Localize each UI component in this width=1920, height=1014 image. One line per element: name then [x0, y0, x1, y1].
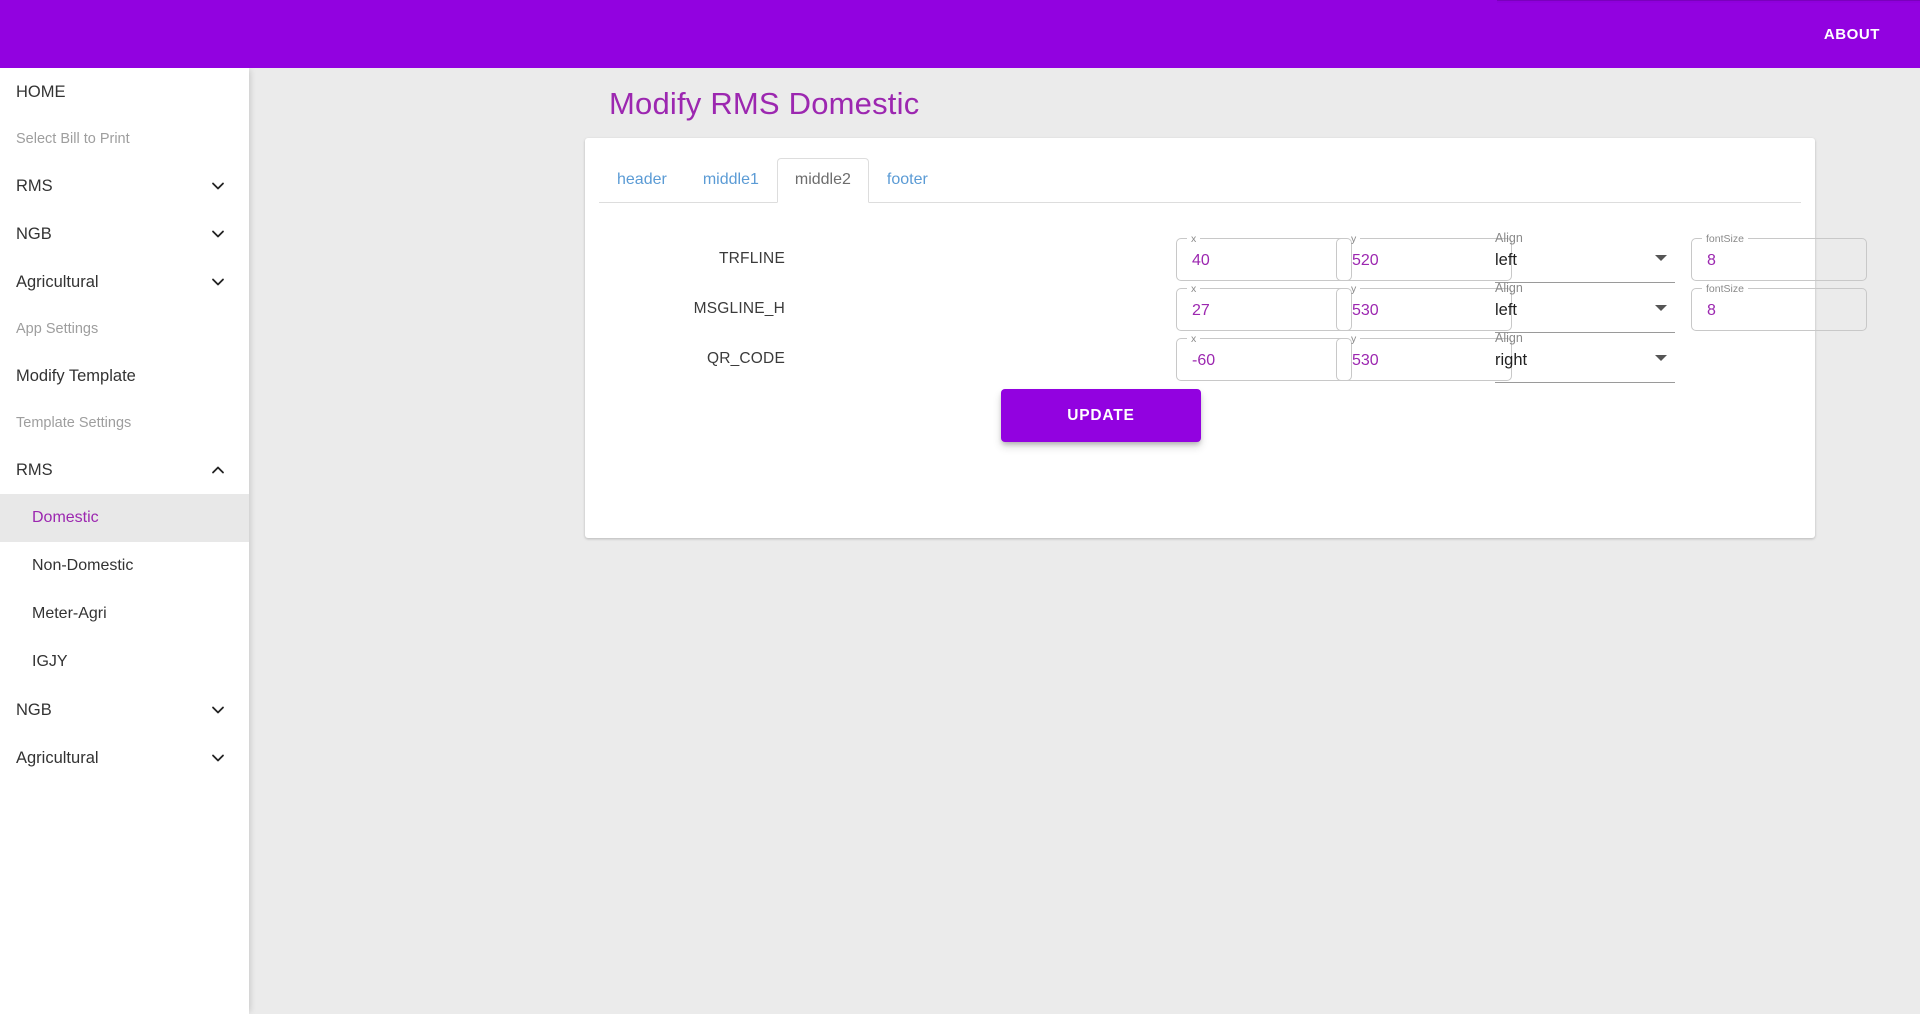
sidebar-item-igjy[interactable]: IGJY	[0, 638, 249, 686]
app-bar-actions: ABOUT	[1812, 0, 1920, 68]
update-button[interactable]: UPDATE	[1001, 389, 1201, 442]
sidebar-item-domestic[interactable]: Domestic	[0, 494, 249, 542]
qr-code-y-field[interactable]: y	[1336, 338, 1512, 381]
sidebar-item-label: IGJY	[32, 653, 68, 671]
trfline-x-input[interactable]	[1176, 238, 1352, 281]
trfline-align-select[interactable]: Align left	[1495, 231, 1675, 283]
sidebar-item-agricultural[interactable]: Agricultural	[0, 258, 249, 306]
msgline-h-align-value: left	[1495, 301, 1517, 320]
form-row-label: MSGLINE_H	[585, 300, 785, 318]
sidebar-item-ngb[interactable]: NGB	[0, 686, 249, 734]
sidebar-item-label: Modify Template	[16, 367, 136, 386]
form-row-label: QR_CODE	[585, 350, 785, 368]
sidebar-item-rms[interactable]: RMS	[0, 162, 249, 210]
sidebar-item-home[interactable]: HOME	[0, 68, 249, 116]
sidebar-item-label: App Settings	[16, 321, 98, 337]
sidebar-item-rms[interactable]: RMS	[0, 446, 249, 494]
sidebar-item-label: HOME	[16, 83, 66, 102]
sidebar-item-label: Agricultural	[16, 749, 99, 768]
msgline-h-x-field[interactable]: x	[1176, 288, 1352, 331]
chevron-down-icon	[209, 225, 227, 243]
tab-footer[interactable]: footer	[869, 158, 946, 203]
trfline-align-label: Align	[1495, 231, 1523, 245]
sidebar-item-label: Template Settings	[16, 415, 131, 431]
qr-code-align-select[interactable]: Align right	[1495, 331, 1675, 383]
chevron-up-icon	[209, 461, 227, 479]
chevron-down-icon[interactable]	[1655, 255, 1667, 261]
msgline-h-fontsize-input[interactable]	[1691, 288, 1867, 331]
app-bar: ABOUT	[0, 0, 1920, 68]
sidebar-item-agricultural[interactable]: Agricultural	[0, 734, 249, 782]
template-editor-card: headermiddle1middle2footer TRFLINExyAlig…	[585, 138, 1815, 538]
sidebar-item-app-settings: App Settings	[0, 306, 249, 352]
trfline-y-field[interactable]: y	[1336, 238, 1512, 281]
tab-middle2[interactable]: middle2	[777, 158, 869, 203]
trfline-align-value: left	[1495, 251, 1517, 270]
qr-code-align-label: Align	[1495, 331, 1523, 345]
sidebar-item-select-bill-to-print: Select Bill to Print	[0, 116, 249, 162]
sidebar-item-label: RMS	[16, 177, 53, 196]
sidebar-item-label: Agricultural	[16, 273, 99, 292]
tab-middle1[interactable]: middle1	[685, 158, 777, 203]
sidebar-item-label: Meter-Agri	[32, 605, 107, 623]
msgline-h-align-select[interactable]: Align left	[1495, 281, 1675, 333]
main-content: Modify RMS Domestic headermiddle1middle2…	[249, 68, 1920, 1014]
sidebar-item-label: NGB	[16, 701, 52, 720]
msgline-h-x-input[interactable]	[1176, 288, 1352, 331]
msgline-h-fontsize-field[interactable]: fontSize	[1691, 288, 1867, 331]
page-title: Modify RMS Domestic	[609, 86, 919, 122]
trfline-fontsize-field[interactable]: fontSize	[1691, 238, 1867, 281]
form-area: TRFLINExyAlignleftfontSizeMSGLINE_HxyAli…	[585, 203, 1815, 533]
sidebar-item-label: RMS	[16, 461, 53, 480]
sidebar-item-ngb[interactable]: NGB	[0, 210, 249, 258]
msgline-h-align-label: Align	[1495, 281, 1523, 295]
sidebar-item-label: NGB	[16, 225, 52, 244]
qr-code-x-field[interactable]: x	[1176, 338, 1352, 381]
sidebar: HOME Select Bill to Print RMS NGB Agricultur…	[0, 68, 249, 1014]
sidebar-item-label: Select Bill to Print	[16, 131, 130, 147]
msgline-h-y-field[interactable]: y	[1336, 288, 1512, 331]
qr-code-align-underline	[1495, 382, 1675, 383]
sidebar-item-modify-template[interactable]: Modify Template	[0, 352, 249, 400]
sidebar-item-meter-agri[interactable]: Meter-Agri	[0, 590, 249, 638]
msgline-h-y-input[interactable]	[1336, 288, 1512, 331]
trfline-fontsize-input[interactable]	[1691, 238, 1867, 281]
tab-header[interactable]: header	[599, 158, 685, 203]
form-row-label: TRFLINE	[585, 250, 785, 268]
form-row-qr-code: QR_CODE xyAlign right	[585, 331, 1815, 395]
chevron-down-icon	[209, 177, 227, 195]
sidebar-item-non-domestic[interactable]: Non-Domestic	[0, 542, 249, 590]
sidebar-item-label: Domestic	[32, 509, 99, 527]
chevron-down-icon[interactable]	[1655, 355, 1667, 361]
qr-code-y-input[interactable]	[1336, 338, 1512, 381]
about-link[interactable]: ABOUT	[1812, 18, 1892, 51]
chevron-down-icon	[209, 749, 227, 767]
tab-bar: headermiddle1middle2footer	[599, 154, 1801, 203]
qr-code-x-input[interactable]	[1176, 338, 1352, 381]
qr-code-align-value: right	[1495, 351, 1527, 370]
chevron-down-icon	[209, 273, 227, 291]
chevron-down-icon[interactable]	[1655, 305, 1667, 311]
chevron-down-icon	[209, 701, 227, 719]
sidebar-item-label: Non-Domestic	[32, 557, 133, 575]
trfline-x-field[interactable]: x	[1176, 238, 1352, 281]
trfline-y-input[interactable]	[1336, 238, 1512, 281]
sidebar-item-template-settings: Template Settings	[0, 400, 249, 446]
